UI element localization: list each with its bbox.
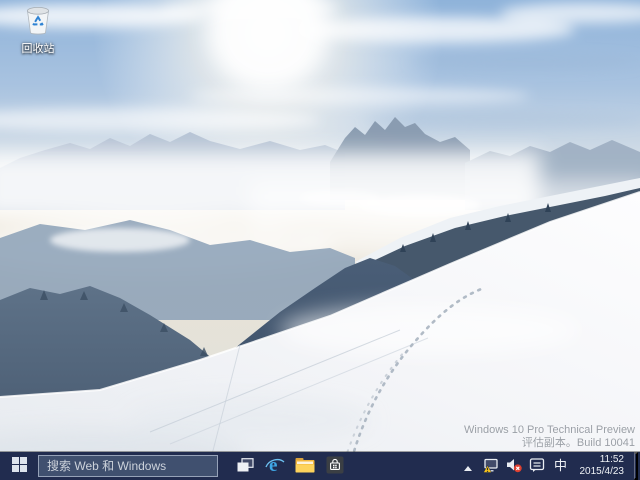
recycle-bin-shortcut[interactable]: 回收站 <box>8 5 68 55</box>
start-button[interactable] <box>0 452 38 480</box>
clock-date: 2015/4/23 <box>580 466 625 478</box>
file-explorer-button[interactable] <box>290 452 320 480</box>
task-view-icon <box>237 458 254 475</box>
taskbar-clock[interactable]: 11:52 2015/4/23 <box>580 454 625 478</box>
action-center-icon <box>529 457 545 476</box>
watermark-line2: 评估副本。Build 10041 <box>464 437 635 450</box>
desktop: 回收站 Windows 10 Pro Technical Preview 评估副… <box>0 0 640 480</box>
volume-button[interactable] <box>506 452 522 480</box>
search-input[interactable] <box>38 455 218 477</box>
store-button[interactable] <box>320 452 350 480</box>
recycle-bin-label: 回收站 <box>8 43 68 55</box>
show-desktop-button[interactable] <box>634 452 638 480</box>
internet-explorer-icon: e <box>264 454 286 479</box>
build-watermark: Windows 10 Pro Technical Preview 评估副本。Bu… <box>464 424 635 450</box>
file-explorer-icon <box>295 457 315 476</box>
volume-muted-icon <box>506 457 522 476</box>
svg-text:e: e <box>269 455 277 476</box>
network-status-button[interactable] <box>483 452 499 480</box>
store-icon <box>326 456 344 477</box>
windows-logo-icon <box>12 457 27 475</box>
action-center-button[interactable] <box>529 452 545 480</box>
system-tray: 中 11:52 2015/4/23 <box>460 452 640 480</box>
ime-label: 中 <box>554 452 567 480</box>
wallpaper-mountain-snow <box>0 0 640 480</box>
clock-time: 11:52 <box>600 454 624 466</box>
network-warning-icon <box>483 457 499 476</box>
task-view-button[interactable] <box>230 452 260 480</box>
taskbar-apps: e <box>230 452 350 480</box>
internet-explorer-button[interactable]: e <box>260 452 290 480</box>
taskbar: e <box>0 452 640 480</box>
recycle-bin-icon <box>23 5 53 42</box>
ime-indicator[interactable]: 中 <box>552 452 570 480</box>
chevron-up-icon <box>464 459 472 474</box>
show-hidden-icons-button[interactable] <box>460 452 476 480</box>
watermark-line1: Windows 10 Pro Technical Preview <box>464 424 635 437</box>
